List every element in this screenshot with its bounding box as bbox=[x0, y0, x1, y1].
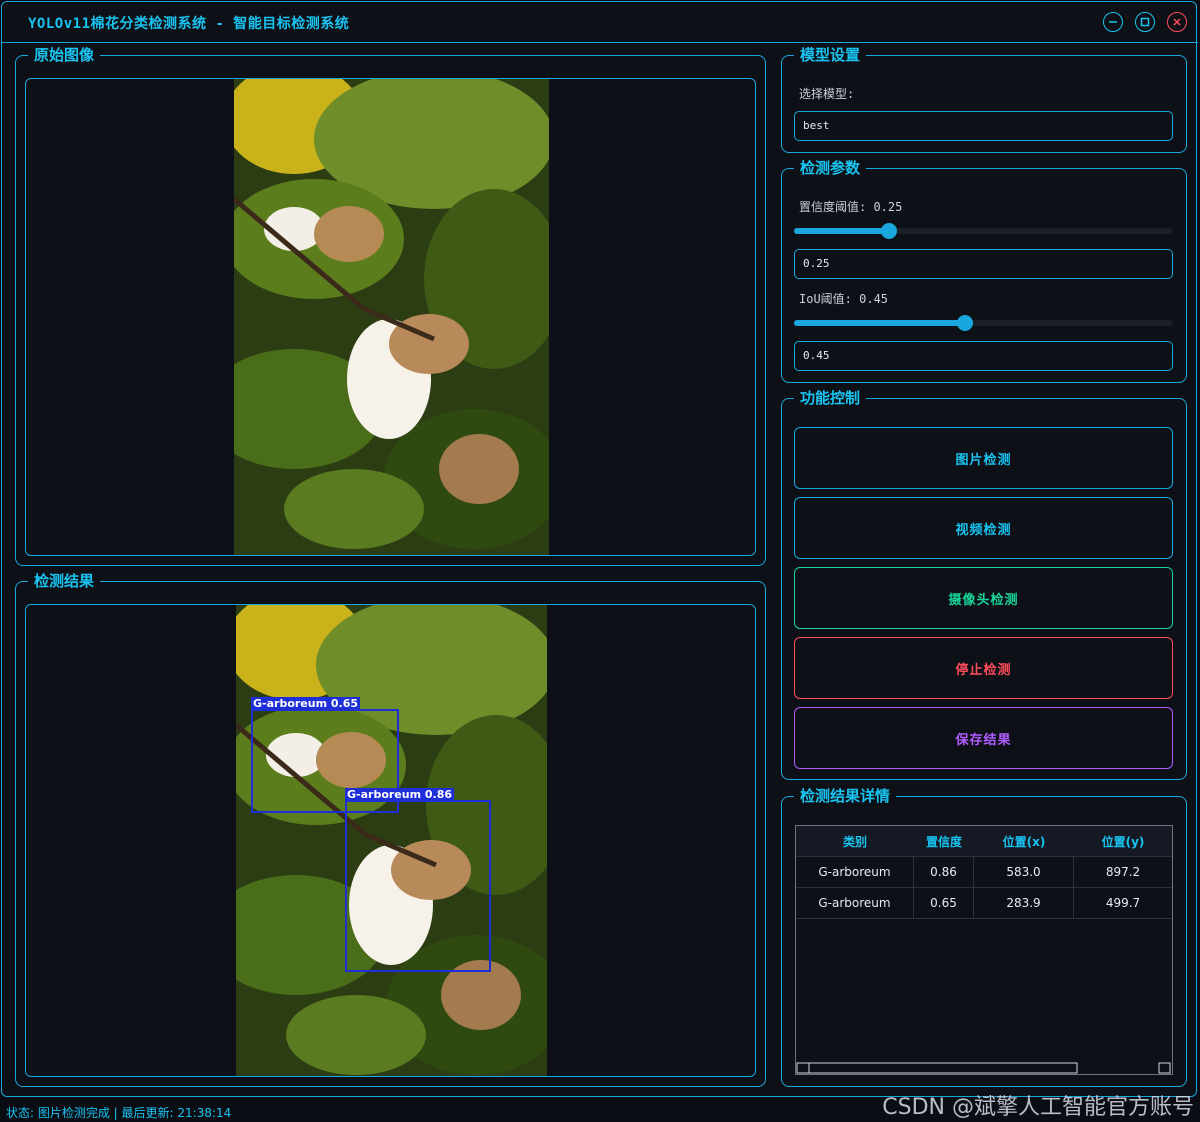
iou-slider-fill bbox=[794, 320, 965, 326]
column-header[interactable]: 位置(x) bbox=[974, 826, 1074, 856]
table-cell: 499.7 bbox=[1105, 896, 1141, 910]
detection-result-view: G-arboreum 0.65 G-arboreum 0.86 bbox=[25, 604, 756, 1077]
table-cell: 897.2 bbox=[1105, 865, 1141, 879]
close-icon bbox=[1173, 18, 1181, 26]
table-cell: 0.86 bbox=[914, 857, 974, 887]
maximize-button[interactable] bbox=[1135, 12, 1155, 32]
camera-detect-button[interactable]: 摄像头检测 bbox=[794, 567, 1173, 629]
iou-label: IoU阈值: 0.45 bbox=[799, 292, 889, 306]
model-select[interactable]: best bbox=[794, 111, 1173, 141]
detection-details-panel: 检测结果详情 类别 置信度 位置(x) 位置(y) G-arboreum 0.8… bbox=[781, 787, 1187, 1087]
confidence-slider[interactable] bbox=[794, 223, 1173, 239]
minimize-icon bbox=[1109, 21, 1117, 23]
horizontal-scrollbar[interactable] bbox=[796, 1060, 1172, 1074]
function-controls-panel: 功能控制 图片检测 视频检测 摄像头检测 停止检测 保存结果 bbox=[781, 389, 1187, 780]
window-title: YOLOv11棉花分类检测系统 - 智能目标检测系统 bbox=[28, 16, 350, 32]
table-cell: 283.9 bbox=[974, 888, 1074, 918]
confidence-slider-fill bbox=[794, 228, 889, 234]
stop-detect-button[interactable]: 停止检测 bbox=[794, 637, 1173, 699]
table-row[interactable]: G-arboreum 0.65 283.9 499.7 bbox=[796, 888, 1172, 919]
function-controls-title: 功能控制 bbox=[794, 389, 867, 407]
detection-params-title: 检测参数 bbox=[794, 159, 867, 177]
status-text: 状态: 图片检测完成 | 最后更新: 21:38:14 bbox=[6, 1106, 232, 1120]
video-detect-label: 视频检测 bbox=[955, 522, 1012, 538]
app-window: YOLOv11棉花分类检测系统 - 智能目标检测系统 原始图像 检测结果 G-a… bbox=[1, 1, 1198, 1097]
table-cell: 583.0 bbox=[974, 857, 1074, 887]
confidence-slider-handle[interactable] bbox=[880, 223, 897, 239]
save-results-button[interactable]: 保存结果 bbox=[794, 707, 1173, 769]
detection-label: G-arboreum 0.65 bbox=[251, 697, 361, 711]
model-select-label: 选择模型: bbox=[799, 87, 855, 101]
column-header[interactable]: 位置(y) bbox=[1074, 826, 1172, 856]
cotton-photo-result: G-arboreum 0.65 G-arboreum 0.86 bbox=[236, 605, 547, 1076]
table-cell: 0.65 bbox=[914, 888, 974, 918]
table-header: 类别 置信度 位置(x) 位置(y) bbox=[796, 826, 1172, 857]
confidence-label: 置信度阈值: 0.25 bbox=[799, 200, 903, 214]
cotton-photo-original bbox=[234, 79, 549, 555]
model-settings-panel: 模型设置 选择模型: best bbox=[781, 46, 1187, 153]
results-table[interactable]: 类别 置信度 位置(x) 位置(y) G-arboreum 0.86 583.0… bbox=[795, 825, 1173, 1075]
iou-slider-handle[interactable] bbox=[956, 315, 973, 331]
save-results-label: 保存结果 bbox=[955, 732, 1012, 748]
detection-details-title: 检测结果详情 bbox=[794, 787, 897, 805]
image-detect-label: 图片检测 bbox=[955, 452, 1012, 468]
watermark: CSDN @斌擎人工智能官方账号 bbox=[882, 1095, 1194, 1120]
original-image-view bbox=[25, 78, 756, 556]
detection-label: G-arboreum 0.86 bbox=[345, 788, 455, 802]
maximize-icon bbox=[1140, 17, 1150, 27]
original-image-panel: 原始图像 bbox=[15, 46, 766, 566]
image-detect-button[interactable]: 图片检测 bbox=[794, 427, 1173, 489]
stop-detect-label: 停止检测 bbox=[955, 662, 1012, 678]
title-bar[interactable]: YOLOv11棉花分类检测系统 - 智能目标检测系统 bbox=[2, 2, 1198, 43]
column-header[interactable]: 类别 bbox=[796, 826, 914, 856]
table-cell: G-arboreum bbox=[796, 888, 914, 918]
detection-box: G-arboreum 0.86 bbox=[345, 788, 491, 972]
column-header[interactable]: 置信度 bbox=[914, 826, 974, 856]
camera-detect-label: 摄像头检测 bbox=[948, 592, 1019, 608]
video-detect-button[interactable]: 视频检测 bbox=[794, 497, 1173, 559]
close-button[interactable] bbox=[1167, 12, 1187, 32]
iou-input[interactable]: 0.45 bbox=[794, 341, 1173, 371]
detection-result-panel: 检测结果 G-arboreum 0.65 G-arboreum 0.86 bbox=[15, 572, 766, 1087]
minimize-button[interactable] bbox=[1103, 12, 1123, 32]
detection-params-panel: 检测参数 置信度阈值: 0.25 0.25 IoU阈值: 0.45 0.45 bbox=[781, 159, 1187, 383]
table-cell: G-arboreum bbox=[796, 857, 914, 887]
confidence-input[interactable]: 0.25 bbox=[794, 249, 1173, 279]
iou-slider[interactable] bbox=[794, 315, 1173, 331]
detection-result-title: 检测结果 bbox=[28, 572, 101, 590]
original-image-title: 原始图像 bbox=[28, 46, 101, 64]
model-settings-title: 模型设置 bbox=[794, 46, 867, 64]
table-row[interactable]: G-arboreum 0.86 583.0 897.2 bbox=[796, 857, 1172, 888]
